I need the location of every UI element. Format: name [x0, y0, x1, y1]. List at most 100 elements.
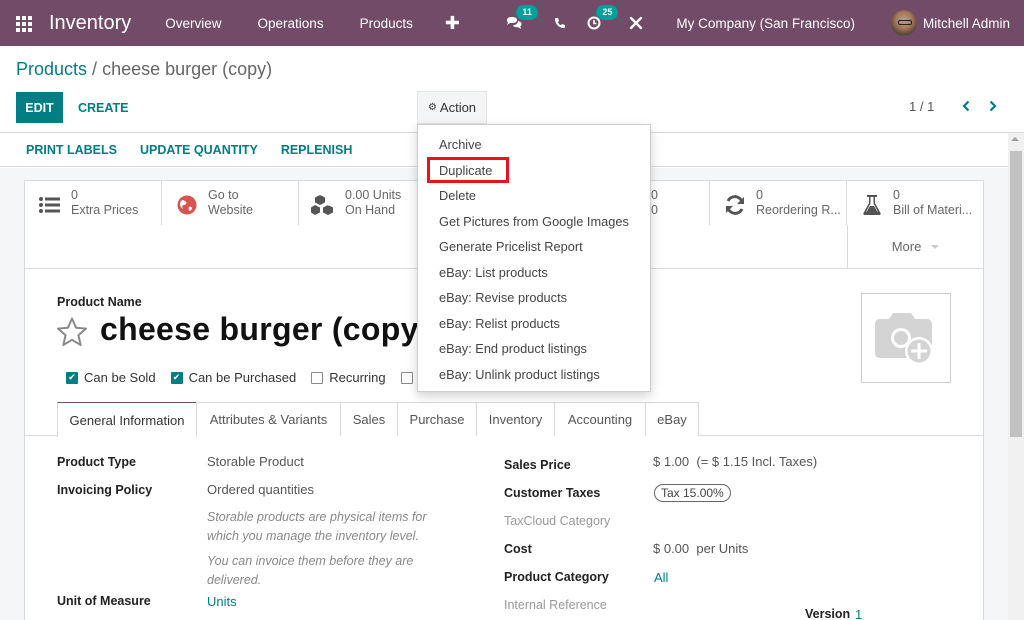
list-icon: [37, 192, 63, 218]
can-be-sold-label: Can be Sold: [84, 370, 156, 385]
reordering-count: 0: [756, 188, 763, 202]
invoicing-policy-value[interactable]: Ordered quantities: [207, 482, 314, 497]
bom-count: 0: [893, 188, 900, 202]
taxcloud-category-label: TaxCloud Category: [504, 514, 611, 528]
tab-general-information[interactable]: General Information: [57, 402, 197, 437]
caret-down-icon: [931, 244, 940, 249]
checkbox-checked-icon: ✔: [170, 371, 183, 384]
tax-tag[interactable]: Tax 15.00%: [654, 484, 731, 502]
website-label: Website: [208, 203, 253, 217]
menu-item-archive[interactable]: Archive: [439, 137, 482, 152]
plus-icon[interactable]: ✚: [433, 13, 472, 34]
can-be-purchased-label: Can be Purchased: [188, 370, 297, 385]
product-name-label: Product Name: [57, 295, 142, 309]
tab-purchase[interactable]: Purchase: [397, 402, 477, 436]
recurring-checkbox[interactable]: Recurring: [311, 370, 386, 385]
update-quantity-button[interactable]: Update Quantity: [127, 143, 268, 157]
reordering-rules-button[interactable]: 0 Reordering R...: [710, 181, 847, 225]
product-category-value[interactable]: All: [654, 570, 668, 585]
internal-reference-label: Internal Reference: [504, 598, 607, 612]
replenish-button[interactable]: Replenish: [268, 143, 363, 157]
unit-of-measure-value[interactable]: Units: [207, 594, 237, 609]
user-name: Mitchell Admin: [922, 15, 1010, 31]
product-image-upload[interactable]: [861, 293, 951, 383]
menu-item-ebay-revise[interactable]: eBay: Revise products: [439, 290, 567, 305]
tab-inventory[interactable]: Inventory: [476, 402, 555, 436]
menu-item-ebay-list[interactable]: eBay: List products: [439, 265, 548, 280]
menu-item-pricelist-report[interactable]: Generate Pricelist Report: [439, 239, 583, 254]
scroll-thumb[interactable]: [1010, 151, 1022, 437]
refresh-icon: [722, 192, 748, 218]
menu-item-ebay-relist[interactable]: eBay: Relist products: [439, 316, 560, 331]
sales-price-value[interactable]: $ 1.00 (= $ 1.15 Incl. Taxes): [653, 454, 817, 469]
tab-ebay[interactable]: eBay: [645, 402, 699, 436]
debug-tools-button[interactable]: [626, 13, 646, 33]
app-title[interactable]: Inventory: [49, 12, 131, 35]
extra-prices-label: Extra Prices: [71, 203, 139, 217]
action-label: Action: [439, 100, 477, 115]
product-category-label: Product Category: [504, 570, 609, 584]
breadcrumb: Products / cheese burger (copy): [16, 59, 272, 80]
scroll-up-arrow-icon[interactable]: [1011, 137, 1019, 141]
can-be-sold-checkbox[interactable]: ✔ Can be Sold: [66, 370, 156, 385]
phone-button[interactable]: [550, 13, 570, 33]
create-button[interactable]: Create: [70, 92, 136, 123]
user-menu[interactable]: Mitchell Admin: [890, 10, 1010, 36]
menu-products[interactable]: Products: [342, 16, 431, 31]
invoicing-policy-label: Invoicing Policy: [57, 483, 153, 497]
menu-item-ebay-unlink[interactable]: eBay: Unlink product listings: [439, 367, 600, 382]
hidden-checkbox[interactable]: [400, 371, 419, 384]
edit-button[interactable]: Edit: [16, 92, 63, 123]
product-flags: ✔ Can be Sold ✔ Can be Purchased Recurri…: [66, 370, 434, 385]
pager-value[interactable]: 1 / 1: [909, 99, 934, 114]
print-labels-button[interactable]: Print Labels: [16, 143, 127, 157]
go-to-website-button[interactable]: Go to Website: [162, 181, 299, 225]
favorite-star-icon[interactable]: [56, 316, 88, 348]
menu-overview[interactable]: Overview: [147, 16, 239, 31]
reordering-label: Reordering R...: [756, 203, 841, 217]
hidden-smart-value: 0: [651, 188, 658, 202]
product-name[interactable]: cheese burger (copy): [100, 311, 430, 348]
tab-attributes-variants[interactable]: Attributes & Variants: [196, 402, 341, 436]
checkbox-unchecked-icon: [311, 371, 324, 384]
action-dropdown-menu: Archive Duplicate Delete Get Pictures fr…: [417, 124, 651, 392]
avatar: [890, 10, 917, 36]
menu-item-delete[interactable]: Delete: [439, 188, 476, 203]
on-hand-button[interactable]: 0.00 Units On Hand: [299, 181, 436, 225]
cost-value[interactable]: $ 0.00 per Units: [653, 541, 748, 556]
breadcrumb-products[interactable]: Products: [16, 59, 87, 79]
product-type-value[interactable]: Storable Product: [207, 454, 304, 469]
vertical-scrollbar[interactable]: [1008, 133, 1024, 620]
bill-of-materials-button[interactable]: 0 Bill of Materi...: [847, 181, 983, 225]
tab-accounting[interactable]: Accounting: [554, 402, 646, 436]
messages-button[interactable]: 11: [504, 5, 538, 33]
chevron-right-icon: [989, 100, 997, 112]
menu-item-duplicate[interactable]: Duplicate: [439, 163, 492, 178]
company-switcher[interactable]: My Company (San Francisco): [676, 16, 855, 31]
globe-icon: [174, 192, 200, 218]
can-be-purchased-checkbox[interactable]: ✔ Can be Purchased: [170, 370, 297, 385]
top-navbar: Inventory Overview Operations Products ✚…: [0, 0, 1024, 46]
camera-add-icon: [875, 313, 933, 365]
breadcrumb-separator: /: [87, 59, 103, 79]
menu-item-ebay-end[interactable]: eBay: End product listings: [439, 341, 587, 356]
bom-label: Bill of Materi...: [893, 203, 973, 217]
pager-previous-button[interactable]: [959, 96, 973, 116]
activities-button[interactable]: 25: [584, 5, 619, 33]
customer-taxes-label: Customer Taxes: [504, 486, 601, 500]
on-hand-quantity: 0.00 Units: [345, 188, 402, 202]
cubes-icon: [311, 192, 337, 218]
notebook-tabs: General Information Attributes & Variant…: [25, 402, 983, 437]
tools-icon: [630, 16, 643, 30]
extra-prices-button[interactable]: 0 Extra Prices: [25, 181, 162, 225]
more-label: More: [891, 239, 922, 254]
pager-next-button[interactable]: [986, 96, 1000, 116]
extra-prices-count: 0: [71, 188, 78, 202]
apps-menu-icon[interactable]: [16, 16, 32, 32]
more-smart-buttons[interactable]: More: [847, 225, 983, 268]
menu-item-google-images[interactable]: Get Pictures from Google Images: [439, 214, 629, 229]
tab-sales[interactable]: Sales: [340, 402, 398, 436]
product-type-label: Product Type: [57, 455, 136, 469]
menu-operations[interactable]: Operations: [240, 16, 342, 31]
action-button[interactable]: ⚙ Action: [417, 91, 487, 124]
